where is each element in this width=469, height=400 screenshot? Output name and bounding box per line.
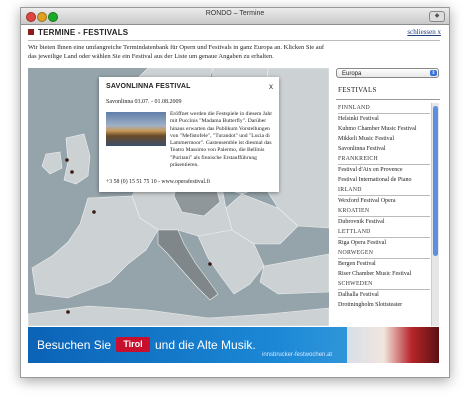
list-divider (336, 99, 440, 100)
festival-list-item[interactable]: Kuhmo Chamber Music Festival (338, 124, 430, 134)
festival-marker[interactable] (65, 158, 69, 162)
festival-popup: SAVONLINNA FESTIVAL x Savonlinna 03.07. … (99, 77, 279, 192)
festival-marker[interactable] (208, 262, 212, 266)
list-scrollbar-thumb[interactable] (433, 106, 438, 256)
page-title: TERMINE - FESTIVALS (28, 28, 128, 37)
festival-list: FINNLAND Helsinki Festival Kuhmo Chamber M… (338, 103, 430, 326)
country-heading: SCHWEDEN (338, 279, 430, 290)
banner-artwork (347, 327, 439, 363)
banner-url[interactable]: innsbrucker-festwochen.at (262, 352, 332, 358)
tirol-logo: Tirol (116, 337, 150, 352)
popup-date: Savonlinna 03.07. - 01.08.2009 (106, 99, 182, 105)
festival-list-item[interactable]: Bergen Festival (338, 259, 430, 269)
festival-list-item[interactable]: Dalhalla Festival (338, 290, 430, 300)
turkey[interactable] (259, 253, 329, 295)
country-heading: FRANKREICH (338, 154, 430, 165)
header-divider (28, 40, 440, 41)
window-titlebar: RONDO – Termine ◆ (21, 8, 449, 25)
festival-list-item[interactable]: Dubrovnik Festival (338, 217, 430, 227)
ireland[interactable] (41, 151, 63, 175)
north-africa[interactable] (28, 305, 329, 326)
region-select[interactable]: Europa ⇕ (336, 68, 439, 78)
popup-title: SAVONLINNA FESTIVAL (106, 83, 191, 90)
ad-banner[interactable]: Besuchen Sie Tirol und die Alte Musik. i… (28, 327, 439, 363)
country-heading: FINNLAND (338, 103, 430, 114)
list-scrollbar[interactable] (431, 103, 439, 326)
festival-list-item[interactable]: Wexford Festival Opera (338, 196, 430, 206)
intro-text: Wir bieten Ihnen eine umfangreiche Termi… (28, 44, 325, 60)
popup-description: Eröffnet werden die Festspiele in diesem… (170, 111, 273, 169)
country-heading: LETTLAND (338, 227, 430, 238)
festival-list-item[interactable]: Festival d'Aix en Provence (338, 165, 430, 175)
chevron-down-icon: ⇕ (430, 70, 437, 76)
close-link[interactable]: schliessen x (407, 28, 441, 36)
festival-list-item[interactable]: Helsinki Festival (338, 114, 430, 124)
page-title-text: TERMINE - FESTIVALS (38, 28, 129, 37)
festival-list-item[interactable]: Riser Chamber Music Festival (338, 269, 430, 279)
festival-list-item[interactable]: Festival International de Piano (338, 175, 430, 185)
festival-list-title: FESTIVALS (338, 86, 377, 94)
festival-marker[interactable] (92, 210, 96, 214)
festival-list-item[interactable]: Riga Opera Festival (338, 238, 430, 248)
toolbar-toggle-button[interactable]: ◆ (429, 11, 445, 22)
festival-marker[interactable] (70, 170, 74, 174)
country-heading: KROATIEN (338, 206, 430, 217)
festival-list-item[interactable]: Mikkeli Music Festival (338, 134, 430, 144)
festival-photo (106, 112, 166, 146)
banner-text-1: Besuchen Sie (37, 338, 112, 352)
popup-contact: +3 58 (0) 15 51 75 10 - www.operafestiva… (106, 179, 210, 185)
country-heading: IRLAND (338, 185, 430, 196)
banner-text-2: und die Alte Musik. (155, 338, 256, 352)
festival-marker[interactable] (66, 310, 70, 314)
title-marker-icon (28, 29, 34, 35)
region-select-value: Europa (342, 71, 362, 77)
festival-list-item[interactable]: Drottningholm Slottsteater (338, 300, 430, 310)
window-title: RONDO – Termine (205, 10, 265, 17)
festival-list-item[interactable]: Savonlinna Festival (338, 144, 430, 154)
popup-close-button[interactable]: x (269, 82, 273, 91)
country-heading: NORWEGEN (338, 248, 430, 259)
